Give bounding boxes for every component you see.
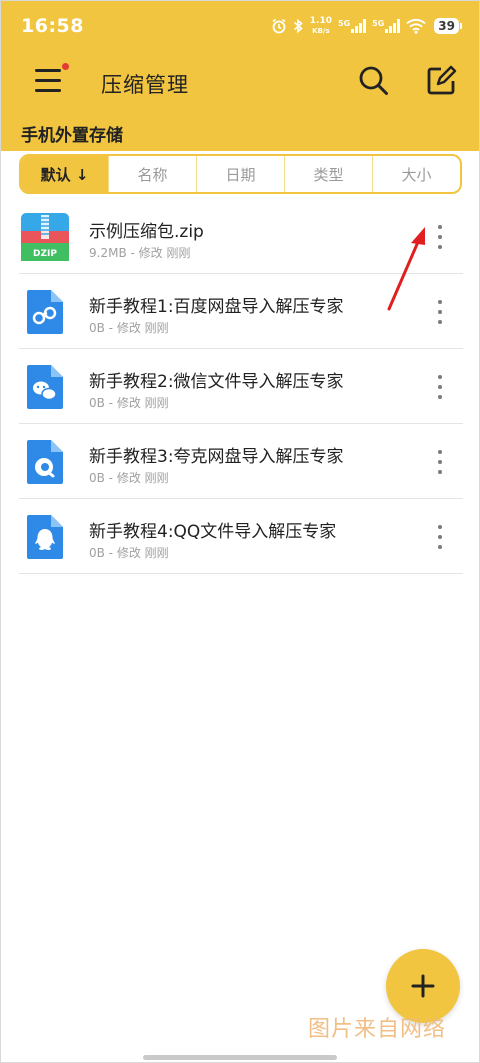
alarm-icon: [272, 18, 286, 34]
menu-button[interactable]: [35, 63, 69, 93]
file-row[interactable]: 新手教程3:夸克网盘导入解压专家 0B - 修改 刚刚: [19, 424, 463, 499]
edit-button[interactable]: [425, 65, 457, 97]
more-options-button[interactable]: [431, 450, 449, 474]
edit-icon: [427, 65, 457, 95]
annotation-arrow-icon: [387, 227, 425, 311]
storage-location-label: 手机外置存储: [21, 126, 123, 146]
zip-icon-label: DZIP: [33, 249, 57, 259]
plus-icon: [411, 974, 435, 998]
file-name: 新手教程4:QQ文件导入解压专家: [89, 522, 337, 542]
status-icons: 1.10 KB/s 5G 5G 39: [271, 16, 462, 36]
menu-icon: [35, 69, 61, 72]
sort-tabs: 默认 ↓ 名称 日期 类型 大小: [19, 154, 462, 194]
file-name: 新手教程1:百度网盘导入解压专家: [89, 297, 344, 317]
more-vertical-icon: [438, 525, 442, 529]
more-vertical-icon: [438, 300, 442, 304]
bluetooth-icon: [293, 18, 303, 34]
sort-tab-type[interactable]: 类型: [285, 156, 373, 192]
search-icon: [359, 66, 388, 95]
page-title: 压缩管理: [101, 73, 189, 97]
search-button[interactable]: [358, 65, 390, 97]
sort-tab-name[interactable]: 名称: [109, 156, 197, 192]
file-meta: 0B - 修改 刚刚: [89, 321, 169, 335]
file-name: 新手教程2:微信文件导入解压专家: [89, 372, 344, 392]
file-name: 新手教程3:夸克网盘导入解压专家: [89, 447, 344, 467]
more-options-button[interactable]: [431, 375, 449, 399]
file-meta: 9.2MB - 修改 刚刚: [89, 246, 191, 260]
notification-dot: [62, 63, 69, 70]
battery-indicator: 39: [434, 18, 462, 34]
file-meta: 0B - 修改 刚刚: [89, 396, 169, 410]
signal-2: 5G: [372, 19, 401, 33]
signal-bars-icon: [351, 19, 367, 33]
more-options-button[interactable]: [431, 525, 449, 549]
zip-icon: DZIP: [21, 213, 69, 261]
more-vertical-icon: [438, 225, 442, 229]
file-meta: 0B - 修改 刚刚: [89, 471, 169, 485]
more-options-button[interactable]: [431, 300, 449, 324]
file-row[interactable]: 新手教程2:微信文件导入解压专家 0B - 修改 刚刚: [19, 349, 463, 424]
sort-tab-date[interactable]: 日期: [197, 156, 285, 192]
wechat-icon: [27, 365, 63, 409]
sort-tab-default[interactable]: 默认 ↓: [21, 156, 109, 192]
app-header: 16:58 1.10 KB/s 5G 5G 39 压缩管理 手机外置存储: [1, 1, 479, 151]
more-vertical-icon: [438, 450, 442, 454]
file-row[interactable]: 新手教程4:QQ文件导入解压专家 0B - 修改 刚刚: [19, 499, 463, 574]
status-bar: 16:58 1.10 KB/s 5G 5G 39: [1, 1, 479, 51]
baidu-netdisk-icon: [27, 290, 63, 334]
file-name: 示例压缩包.zip: [89, 222, 204, 242]
watermark: 图片来自网络: [308, 1017, 447, 1042]
file-meta: 0B - 修改 刚刚: [89, 546, 169, 560]
qq-icon: [27, 515, 63, 559]
network-speed: 1.10 KB/s: [309, 16, 333, 35]
signal-1: 5G: [338, 19, 367, 33]
signal-bars-icon: [385, 19, 401, 33]
home-indicator[interactable]: [143, 1055, 337, 1060]
more-vertical-icon: [438, 375, 442, 379]
more-options-button[interactable]: [431, 225, 449, 249]
sort-tab-size[interactable]: 大小: [373, 156, 460, 192]
status-time: 16:58: [21, 15, 84, 37]
wifi-icon: [406, 19, 426, 34]
toolbar: 压缩管理: [1, 53, 479, 111]
quark-icon: [27, 440, 63, 484]
